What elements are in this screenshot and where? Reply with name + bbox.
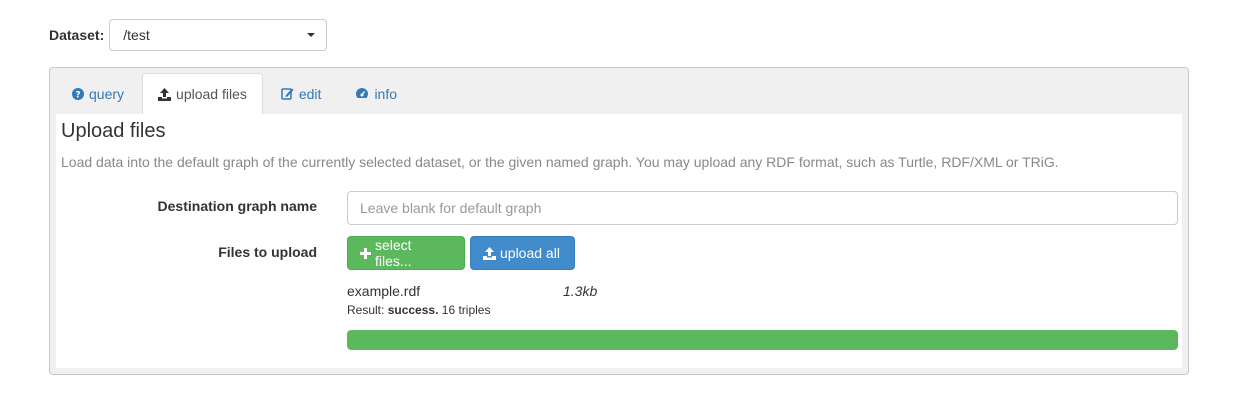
tab-info-label: info [374, 85, 398, 102]
upload-all-label: upload all [500, 245, 560, 261]
result-prefix: Result: [347, 303, 385, 317]
select-files-button[interactable]: select files... [347, 236, 465, 270]
question-circle-icon: ? [72, 87, 84, 100]
result-status: success. [387, 303, 439, 317]
upload-icon [158, 87, 172, 101]
destination-graph-label: Destination graph name [157, 198, 317, 214]
tab-edit-label: edit [298, 85, 322, 102]
dataset-select[interactable]: /test [109, 19, 328, 51]
dataset-selector-row: Dataset: /test [49, 18, 328, 52]
dataset-selected-value: /test [123, 27, 150, 43]
upload-result: Result: success. 16 triples [347, 303, 490, 317]
upload-description: Load data into the default graph of the … [61, 154, 1059, 170]
dashboard-icon [356, 88, 369, 98]
result-detail: 16 triples [441, 303, 491, 317]
destination-graph-input[interactable] [347, 191, 1178, 225]
plus-icon [360, 247, 371, 259]
tab-info[interactable]: info [339, 73, 413, 114]
upload-heading: Upload files [61, 120, 166, 142]
tab-upload-files-label: upload files [176, 86, 247, 102]
file-size: 1.3kb [563, 283, 598, 299]
upload-all-button[interactable]: upload all [470, 236, 575, 270]
tab-upload-files[interactable]: upload files [142, 73, 263, 115]
upload-pane: Upload files Load data into the default … [56, 114, 1182, 368]
edit-icon [281, 88, 294, 100]
chevron-down-icon [307, 33, 316, 37]
tab-query-label: query [89, 85, 125, 102]
svg-text:?: ? [75, 90, 80, 100]
file-name: example.rdf [347, 283, 421, 299]
dataset-panel: ? query upload files edit info Upload fi… [49, 67, 1189, 375]
tab-edit[interactable]: edit [265, 73, 338, 114]
dataset-label: Dataset: [49, 27, 105, 43]
upload-progress-bar [347, 330, 1178, 350]
upload-progress [347, 330, 1178, 350]
files-to-upload-label: Files to upload [218, 244, 317, 260]
upload-icon [483, 246, 496, 260]
tab-bar: ? query upload files edit info [56, 73, 415, 115]
select-files-label: select files... [375, 237, 412, 269]
tab-query[interactable]: ? query [56, 73, 140, 114]
